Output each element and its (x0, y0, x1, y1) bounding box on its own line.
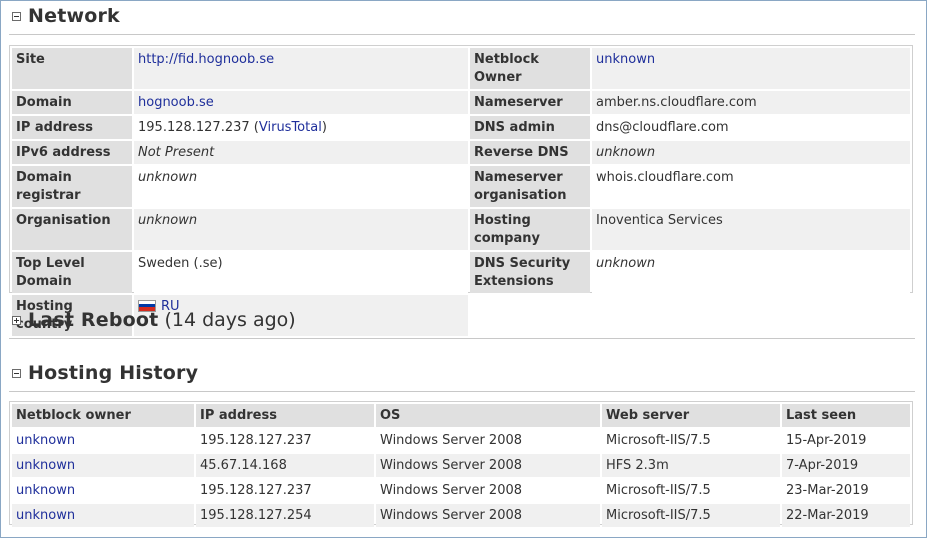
netblock-owner-link[interactable]: unknown (16, 458, 75, 473)
organisation-label: Organisation (12, 209, 132, 250)
ip-cell: 45.67.14.168 (196, 454, 374, 477)
nameserver-label: Nameserver (470, 91, 590, 114)
virustotal-link[interactable]: VirusTotal (259, 120, 322, 135)
netblock-owner-link[interactable]: unknown (16, 433, 75, 448)
ipv6-address-label: IPv6 address (12, 141, 132, 164)
last-seen-cell: 15-Apr-2019 (782, 429, 910, 452)
last-seen-cell: 7-Apr-2019 (782, 454, 910, 477)
divider (9, 338, 915, 339)
last-reboot-subtitle: (14 days ago) (164, 309, 296, 331)
web-server-cell: Microsoft-IIS/7.5 (602, 429, 780, 452)
col-netblock-owner: Netblock owner (12, 404, 194, 427)
collapse-icon[interactable] (12, 11, 21, 21)
ip-address-value: 195.128.127.237 (VirusTotal) (134, 116, 468, 139)
last-seen-cell: 23-Mar-2019 (782, 479, 910, 502)
last-seen-cell: 22-Mar-2019 (782, 504, 910, 527)
network-title: Network (28, 5, 120, 27)
empty-cell (470, 295, 910, 336)
nameserver-organisation-value: whois.cloudflare.com (592, 166, 910, 207)
ip-address-text: 195.128.127.237 (138, 120, 250, 135)
domain-link[interactable]: hognoob.se (138, 95, 214, 110)
col-last-seen: Last seen (782, 404, 910, 427)
expand-icon[interactable] (12, 315, 21, 325)
divider (9, 34, 915, 35)
ip-cell: 195.128.127.254 (196, 504, 374, 527)
os-cell: Windows Server 2008 (376, 454, 600, 477)
hosting-history-title: Hosting History (28, 362, 199, 384)
netblock-owner-link[interactable]: unknown (16, 508, 75, 523)
ip-address-label: IP address (12, 116, 132, 139)
hosting-company-value: Inoventica Services (592, 209, 910, 250)
organisation-value: unknown (134, 209, 468, 250)
hosting-history-section-header[interactable]: Hosting History (12, 362, 198, 384)
network-section-header[interactable]: Network (12, 5, 120, 27)
nameserver-organisation-label: Nameserver organisation (470, 166, 590, 207)
network-table: Site http://fid.hognoob.se Netblock Owne… (9, 45, 913, 336)
reverse-dns-label: Reverse DNS (470, 141, 590, 164)
web-server-cell: Microsoft-IIS/7.5 (602, 504, 780, 527)
netblock-owner-label: Netblock Owner (470, 48, 590, 89)
site-link[interactable]: http://fid.hognoob.se (138, 52, 274, 67)
os-cell: Windows Server 2008 (376, 429, 600, 452)
dnssec-label: DNS Security Extensions (470, 252, 590, 293)
table-row: unknown 195.128.127.237 Windows Server 2… (12, 479, 910, 502)
dns-admin-label: DNS admin (470, 116, 590, 139)
domain-registrar-label: Domain registrar (12, 166, 132, 207)
last-reboot-title: Last Reboot (28, 309, 159, 331)
os-cell: Windows Server 2008 (376, 504, 600, 527)
col-web-server: Web server (602, 404, 780, 427)
dns-admin-value: dns@cloudflare.com (592, 116, 910, 139)
hosting-company-label: Hosting company (470, 209, 590, 250)
col-ip-address: IP address (196, 404, 374, 427)
web-server-cell: Microsoft-IIS/7.5 (602, 479, 780, 502)
site-label: Site (12, 48, 132, 89)
domain-label: Domain (12, 91, 132, 114)
ipv6-address-value: Not Present (134, 141, 468, 164)
hosting-history-table: Netblock owner IP address OS Web server … (9, 401, 913, 527)
top-level-domain-value: Sweden (.se) (134, 252, 468, 293)
os-cell: Windows Server 2008 (376, 479, 600, 502)
table-row: unknown 195.128.127.254 Windows Server 2… (12, 504, 910, 527)
ip-cell: 195.128.127.237 (196, 479, 374, 502)
col-os: OS (376, 404, 600, 427)
divider (9, 391, 915, 392)
last-reboot-section-header[interactable]: Last Reboot (14 days ago) (12, 309, 296, 331)
nameserver-value: amber.ns.cloudflare.com (592, 91, 910, 114)
web-server-cell: HFS 2.3m (602, 454, 780, 477)
domain-registrar-value: unknown (134, 166, 468, 207)
ip-cell: 195.128.127.237 (196, 429, 374, 452)
netblock-owner-link[interactable]: unknown (16, 483, 75, 498)
netblock-owner-link[interactable]: unknown (596, 52, 655, 67)
top-level-domain-label: Top Level Domain (12, 252, 132, 293)
reverse-dns-value: unknown (592, 141, 910, 164)
table-row: unknown 195.128.127.237 Windows Server 2… (12, 429, 910, 452)
dnssec-value: unknown (592, 252, 910, 293)
table-row: unknown 45.67.14.168 Windows Server 2008… (12, 454, 910, 477)
collapse-icon[interactable] (12, 368, 21, 378)
